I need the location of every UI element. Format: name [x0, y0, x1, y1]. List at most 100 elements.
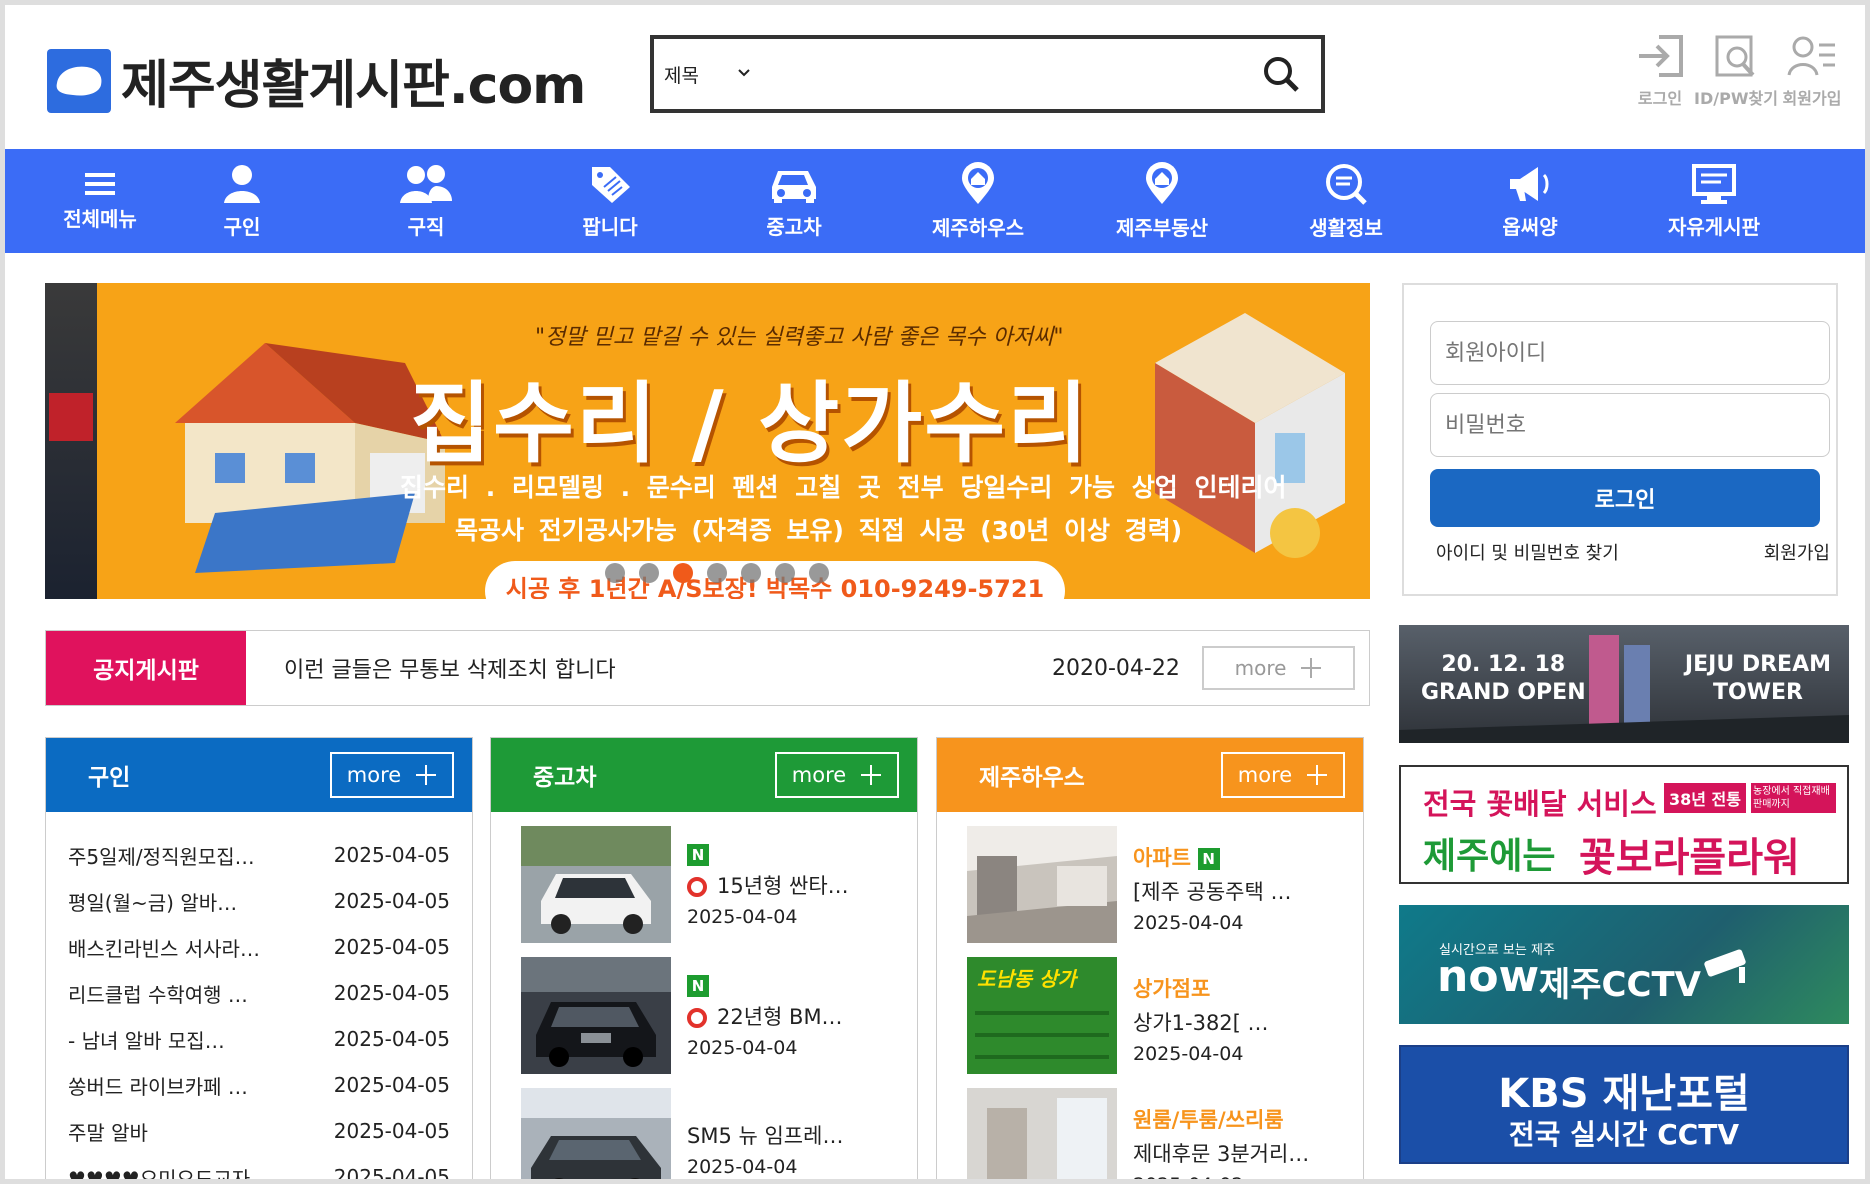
nav-item-opsseoyang[interactable]: 옵써양: [1438, 149, 1622, 253]
ad-flower-tag: 38년 전통: [1664, 783, 1746, 813]
nav-label: 생활정보: [1309, 215, 1383, 240]
search-bar: 제목: [650, 35, 1325, 113]
notice-more-button[interactable]: more: [1202, 646, 1355, 690]
list-item[interactable]: 주말 알바 2025-04-05: [68, 1108, 450, 1154]
plus-icon: [1307, 765, 1328, 785]
ad-right-text: JEJU DREAM TOWER: [1684, 652, 1831, 705]
top-link-join[interactable]: 회원가입: [1781, 33, 1843, 109]
nav-label: 제주하우스: [932, 215, 1024, 240]
house-thumbnail[interactable]: [967, 1088, 1117, 1179]
car-thumbnail[interactable]: [521, 826, 671, 943]
ad-flower-small: 농장에서 직접재배 판매까지: [1751, 783, 1836, 813]
ad-now-jeju-cctv[interactable]: 실시간으로 보는 제주 now 제주CCTV: [1399, 905, 1849, 1024]
slide-dot[interactable]: [639, 563, 659, 583]
house-pin-icon: [962, 161, 994, 204]
list-item[interactable]: 리드클럽 수학여행 … 2025-04-05: [68, 970, 450, 1016]
board-title[interactable]: 제주하우스: [979, 758, 1085, 792]
car-thumbnail[interactable]: [521, 1088, 671, 1179]
top-link-login[interactable]: 로그인: [1629, 33, 1691, 109]
monitor-icon: [1692, 163, 1736, 204]
login-button[interactable]: 로그인: [1430, 469, 1820, 527]
board-header: 구인 more: [46, 738, 472, 812]
nav-item-jeju-realestate[interactable]: 제주부동산: [1070, 149, 1254, 253]
search-input[interactable]: [784, 39, 1241, 109]
slide-dot[interactable]: [775, 563, 795, 583]
slide-dot[interactable]: [605, 563, 625, 583]
ad-jeju-dream-tower[interactable]: 20. 12. 18 GRAND OPEN JEJU DREAM TOWER: [1399, 625, 1849, 743]
list-item[interactable]: - 남녀 알바 모집… 2025-04-05: [68, 1016, 450, 1062]
nav-item-sell[interactable]: 팝니다: [518, 149, 702, 253]
chevron-down-icon: [737, 66, 751, 82]
notice-label[interactable]: 공지게시판: [46, 631, 246, 705]
ad-flower-line2b: 꽃보라플라워: [1579, 835, 1800, 881]
member-id-input[interactable]: [1430, 321, 1830, 385]
join-icon: [1787, 36, 1835, 76]
item-title: - 남녀 알바 모집…: [68, 1028, 225, 1053]
house-list: 아파트 N [제주 공동주택 … 2025-04-04 도남동 상가 상가점포 …: [937, 812, 1363, 1179]
board-more-button[interactable]: more: [330, 752, 454, 798]
item-title: 15년형 싼타…: [717, 874, 849, 898]
list-item[interactable]: 평일(월~금) 알바… 2025-04-05: [68, 878, 450, 924]
notice-title[interactable]: 이런 글들은 무통보 삭제조치 합니다: [246, 652, 1052, 684]
site-logo[interactable]: 제주생활게시판.com: [47, 43, 586, 118]
nav-label: 중고차: [766, 214, 822, 239]
nav-item-job-seek[interactable]: 구직: [334, 149, 518, 253]
list-item[interactable]: ♥♥♥♥오미오도교자… 2025-04-05: [68, 1154, 450, 1184]
board-header: 제주하우스 more: [937, 738, 1363, 812]
item-date: 2025-04-02: [1133, 1174, 1309, 1179]
nav-item-used-cars[interactable]: 중고차: [702, 149, 886, 253]
notice-bar: 공지게시판 이런 글들은 무통보 삭제조치 합니다 2020-04-22 mor…: [45, 630, 1370, 706]
board-title[interactable]: 중고차: [533, 758, 596, 792]
nav-label: 옵써양: [1502, 214, 1558, 239]
house-thumbnail[interactable]: 도남동 상가: [967, 957, 1117, 1074]
plus-icon: [861, 765, 882, 785]
ad-kbs-disaster-portal[interactable]: KBS 재난포털 전국 실시간 CCTV: [1399, 1045, 1849, 1164]
board-jobs: 구인 more 주5일제/정직원모집… 2025-04-05 평일(월~금) 알바…: [45, 737, 473, 1184]
house-thumbnail[interactable]: [967, 826, 1117, 943]
list-item[interactable]: 주5일제/정직원모집… 2025-04-05: [68, 832, 450, 878]
ad-cctv-brand: now: [1437, 951, 1540, 1002]
item-date: 2025-04-05: [333, 843, 450, 867]
tag-icon: [592, 166, 630, 203]
list-item[interactable]: N 22년형 BM… 2025-04-04: [521, 957, 917, 1088]
board-title[interactable]: 구인: [88, 758, 130, 792]
list-item[interactable]: 아파트 N [제주 공동주택 … 2025-04-04: [967, 826, 1363, 957]
board-jeju-house: 제주하우스 more 아파트 N [제주 공동주택 … 2025-04-04 도…: [936, 737, 1364, 1179]
item-title: ♥♥♥♥오미오도교자…: [68, 1166, 271, 1184]
search-button[interactable]: [1241, 39, 1321, 109]
nav-item-living-info[interactable]: 생활정보: [1254, 149, 1438, 253]
ad-flower-delivery[interactable]: 전국 꽃배달 서비스 38년 전통 농장에서 직접재배 판매까지 제주에는 꽃보…: [1399, 765, 1849, 884]
list-item[interactable]: 배스킨라빈스 서사라… 2025-04-05: [68, 924, 450, 970]
list-item[interactable]: 쏭버드 라이브카페 … 2025-04-05: [68, 1062, 450, 1108]
ad-kbs-title: KBS 재난포털: [1498, 1071, 1750, 1117]
item-title: 주말 알바: [68, 1120, 148, 1145]
nav-item-jobs[interactable]: 구인: [150, 149, 334, 253]
list-item[interactable]: SM5 뉴 임프레… 2025-04-04: [521, 1088, 917, 1179]
password-input[interactable]: [1430, 393, 1830, 457]
top-link-join-label: 회원가입: [1782, 89, 1842, 108]
board-more-button[interactable]: more: [775, 752, 899, 798]
list-item[interactable]: 원룸/투룸/쓰리룸 제대후문 3분거리… 2025-04-02: [967, 1088, 1363, 1179]
board-more-button[interactable]: more: [1221, 752, 1345, 798]
item-date: 2025-04-04: [687, 906, 798, 928]
nav-item-all-menu[interactable]: 전체메뉴: [50, 149, 150, 253]
slide-dot[interactable]: [809, 563, 829, 583]
main-banner[interactable]: "정말 믿고 맡길 수 있는 실력좋고 사람 좋은 목수 아저씨" 집수리 / …: [45, 283, 1370, 599]
search-field-select[interactable]: 제목: [654, 39, 784, 109]
list-item[interactable]: N 15년형 싼타… 2025-04-04: [521, 826, 917, 957]
car-icon: [772, 170, 816, 203]
top-link-find-idpw[interactable]: ID/PW찾기: [1694, 33, 1778, 109]
list-item[interactable]: 도남동 상가 상가점포 상가1-382[ … 2025-04-04: [967, 957, 1363, 1088]
item-category: 상가점포: [1133, 977, 1211, 1001]
nav-item-free-board[interactable]: 자유게시판: [1622, 149, 1806, 253]
logo-text: 제주생활게시판.com: [121, 56, 586, 116]
car-thumbnail[interactable]: [521, 957, 671, 1074]
nav-item-jeju-house[interactable]: 제주하우스: [886, 149, 1070, 253]
join-link[interactable]: 회원가입: [1764, 539, 1830, 565]
slide-dot[interactable]: [707, 563, 727, 583]
slide-dot-active[interactable]: [673, 563, 693, 583]
new-badge: N: [1197, 848, 1220, 870]
find-account-link[interactable]: 아이디 및 비밀번호 찾기: [1436, 539, 1619, 565]
ad-flower-line1: 전국 꽃배달 서비스: [1423, 787, 1657, 821]
slide-dot[interactable]: [741, 563, 761, 583]
